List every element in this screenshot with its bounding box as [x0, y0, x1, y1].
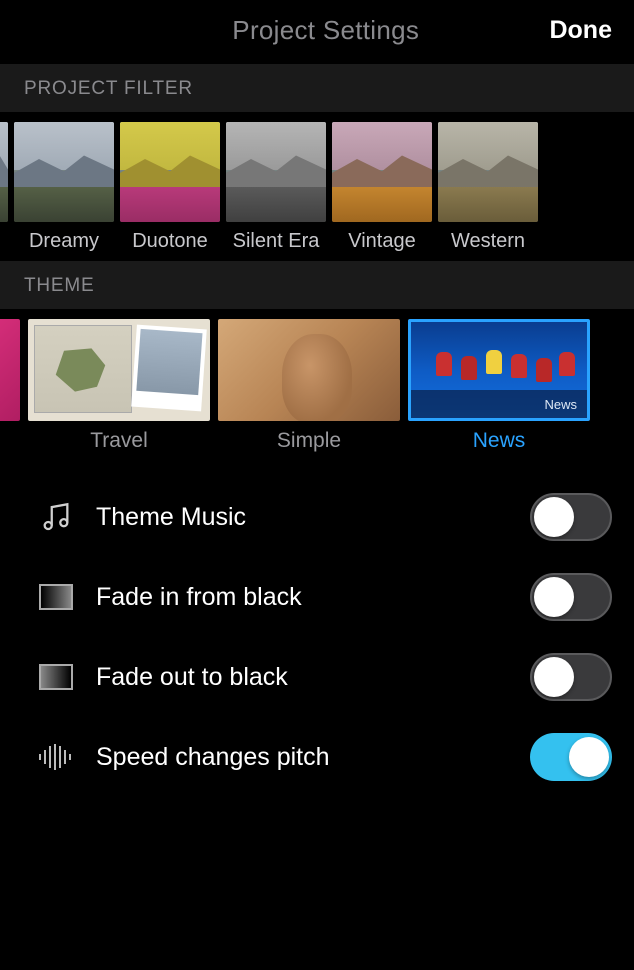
option-label: Speed changes pitch [96, 743, 510, 772]
theme-item-travel[interactable]: Travel [28, 319, 210, 453]
theme-item-partial[interactable] [0, 319, 20, 453]
filter-thumb [226, 122, 326, 222]
fade-in-icon [36, 577, 76, 617]
page-title: Project Settings [232, 15, 419, 46]
filter-label: Duotone [132, 230, 208, 253]
option-fade-in: Fade in from black [36, 557, 612, 637]
option-label: Theme Music [96, 503, 510, 532]
toggle-theme-music[interactable] [530, 493, 612, 541]
theme-thumb [218, 319, 400, 421]
filter-item-silent-era[interactable]: Silent Era [226, 122, 326, 253]
option-label: Fade out to black [96, 663, 510, 692]
filter-thumb [0, 122, 8, 222]
theme-section-header: THEME [0, 261, 634, 309]
theme-thumb [28, 319, 210, 421]
done-button[interactable]: Done [549, 16, 612, 45]
filter-label: Vintage [348, 230, 415, 253]
filter-item-duotone[interactable]: Duotone [120, 122, 220, 253]
toggle-fade-in[interactable] [530, 573, 612, 621]
options-list: Theme Music Fade in from black Fade out … [0, 457, 634, 797]
theme-item-simple[interactable]: Simple [218, 319, 400, 453]
theme-label: Simple [277, 429, 341, 453]
filter-thumb [14, 122, 114, 222]
toggle-fade-out[interactable] [530, 653, 612, 701]
theme-thumb: News [408, 319, 590, 421]
filter-section-header: PROJECT FILTER [0, 64, 634, 112]
news-inner-label: News [411, 390, 587, 418]
fade-out-icon [36, 657, 76, 697]
filter-label: Silent Era [233, 230, 320, 253]
filter-label: Dreamy [29, 230, 99, 253]
option-fade-out: Fade out to black [36, 637, 612, 717]
filter-thumb [332, 122, 432, 222]
header: Project Settings Done [0, 0, 634, 60]
filter-item-partial[interactable] [0, 122, 8, 253]
theme-item-news[interactable]: News News [408, 319, 590, 453]
filter-strip[interactable]: Dreamy Duotone Silent Era Vintage Wester… [0, 112, 634, 257]
music-note-icon [36, 497, 76, 537]
theme-thumb [0, 319, 20, 421]
theme-strip[interactable]: Travel Simple News News [0, 309, 634, 457]
waveform-icon [36, 737, 76, 777]
option-label: Fade in from black [96, 583, 510, 612]
filter-label: Western [451, 230, 525, 253]
filter-item-vintage[interactable]: Vintage [332, 122, 432, 253]
option-speed-pitch: Speed changes pitch [36, 717, 612, 797]
theme-label [3, 429, 9, 453]
filter-thumb [120, 122, 220, 222]
option-theme-music: Theme Music [36, 477, 612, 557]
filter-item-western[interactable]: Western [438, 122, 538, 253]
filter-thumb [438, 122, 538, 222]
filter-item-dreamy[interactable]: Dreamy [14, 122, 114, 253]
theme-label: News [473, 429, 526, 453]
theme-label: Travel [90, 429, 148, 453]
toggle-speed-pitch[interactable] [530, 733, 612, 781]
